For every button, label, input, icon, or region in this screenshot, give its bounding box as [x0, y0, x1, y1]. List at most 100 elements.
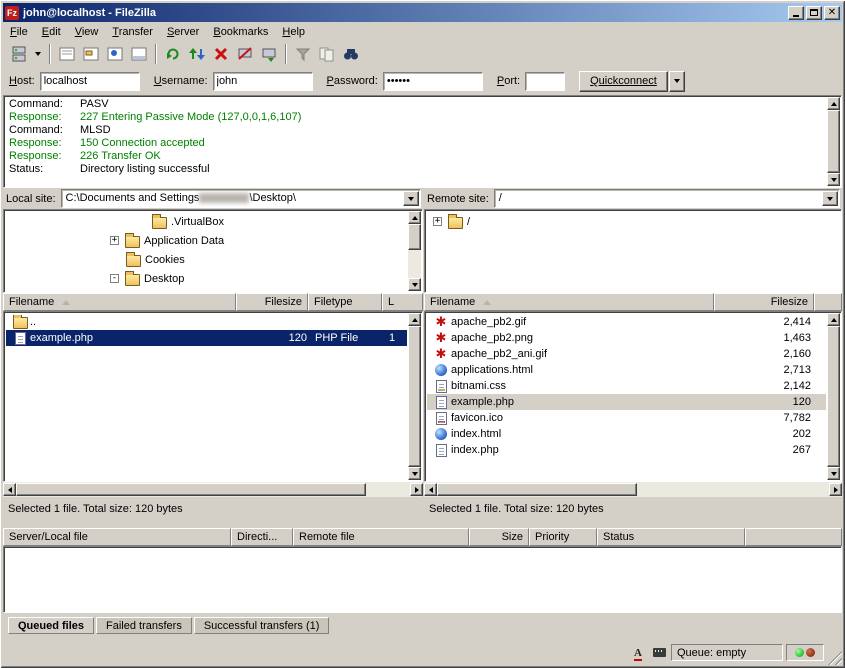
compare-button[interactable] [315, 43, 339, 65]
scroll-right-button[interactable] [410, 483, 423, 496]
scroll-right-button[interactable] [829, 483, 842, 496]
tab-queued-files[interactable]: Queued files [8, 617, 94, 634]
transfer-queue-list[interactable] [3, 546, 842, 613]
log-scrollbar[interactable] [827, 97, 840, 186]
expand-plus-icon[interactable]: + [110, 236, 119, 245]
queue-column-status[interactable]: Status [597, 528, 745, 546]
status-icon-a[interactable] [629, 645, 647, 661]
local-file-row-selected[interactable]: example.php 120 PHP File 1 [6, 330, 407, 346]
remote-file-row[interactable]: favicon.ico 7,782 [427, 410, 826, 426]
local-site-combobox[interactable]: C:\Documents and Settings\Desktop\ [61, 189, 421, 208]
queue-column-size[interactable]: Size [469, 528, 529, 546]
tree-item-cookies[interactable]: Cookies [6, 250, 407, 269]
remote-file-row[interactable]: index.php 267 [427, 442, 826, 458]
local-column-filename[interactable]: Filename [3, 293, 236, 311]
tree-item-root[interactable]: + / [427, 212, 826, 231]
scroll-up-button[interactable] [827, 313, 840, 326]
scrollbar-thumb[interactable] [16, 483, 366, 496]
menu-transfer[interactable]: Transfer [105, 24, 160, 40]
disconnect-button[interactable] [233, 43, 257, 65]
process-queue-button[interactable] [185, 43, 209, 65]
remote-file-row[interactable]: apache_pb2_ani.gif 2,160 [427, 346, 826, 362]
title-bar[interactable]: Fz john@localhost - FileZilla ✕ [3, 3, 842, 22]
remote-file-row[interactable]: applications.html 2,713 [427, 362, 826, 378]
collapse-minus-icon[interactable]: - [110, 274, 119, 283]
toggle-local-tree-button[interactable] [79, 43, 103, 65]
close-button[interactable]: ✕ [824, 6, 840, 20]
local-column-filesize[interactable]: Filesize [236, 293, 308, 311]
scroll-down-button[interactable] [827, 467, 840, 480]
maximize-button[interactable] [806, 6, 822, 20]
cancel-button[interactable] [209, 43, 233, 65]
local-tree-scrollbar[interactable] [408, 211, 421, 291]
queue-column-remote-file[interactable]: Remote file [293, 528, 469, 546]
scroll-up-button[interactable] [408, 313, 421, 326]
scrollbar-thumb[interactable] [437, 483, 637, 496]
remote-list-scrollbar[interactable] [827, 313, 840, 480]
expand-plus-icon[interactable]: + [433, 217, 442, 226]
tab-successful-transfers[interactable]: Successful transfers (1) [194, 617, 330, 634]
remote-horizontal-scrollbar[interactable] [424, 482, 842, 497]
local-file-row[interactable]: .. [6, 314, 407, 330]
username-input[interactable] [213, 72, 313, 91]
scroll-down-button[interactable] [827, 173, 840, 186]
scroll-left-button[interactable] [424, 483, 437, 496]
image-file-icon [433, 315, 449, 329]
menu-bookmarks[interactable]: Bookmarks [206, 24, 275, 40]
queue-column-server-local-file[interactable]: Server/Local file [3, 528, 231, 546]
local-column-filetype[interactable]: Filetype [308, 293, 382, 311]
toggle-remote-tree-button[interactable] [103, 43, 127, 65]
scroll-down-button[interactable] [408, 278, 421, 291]
reconnect-button[interactable] [257, 43, 281, 65]
site-manager-button[interactable] [7, 43, 31, 65]
remote-column-filesize[interactable]: Filesize [714, 293, 814, 311]
password-input[interactable] [383, 72, 483, 91]
local-horizontal-scrollbar[interactable] [3, 482, 423, 497]
filter-button[interactable] [291, 43, 315, 65]
local-list-scrollbar[interactable] [408, 313, 421, 480]
toggle-queue-button[interactable] [127, 43, 151, 65]
menu-file[interactable]: File [3, 24, 35, 40]
port-input[interactable] [525, 72, 565, 91]
tree-item-virtualbox[interactable]: .VirtualBox [6, 212, 407, 231]
scroll-down-button[interactable] [408, 467, 421, 480]
queue-column-priority[interactable]: Priority [529, 528, 597, 546]
tree-item-desktop[interactable]: - Desktop [6, 269, 407, 288]
toggle-message-log-button[interactable] [55, 43, 79, 65]
menu-edit[interactable]: Edit [35, 24, 68, 40]
tree-item-application-data[interactable]: + Application Data [6, 231, 407, 250]
remote-file-row[interactable]: index.html 202 [427, 426, 826, 442]
remote-column-filename[interactable]: Filename [424, 293, 714, 311]
remote-site-dropdown-button[interactable] [822, 191, 838, 206]
scrollbar-thumb[interactable] [408, 326, 421, 467]
local-list-header: Filename Filesize Filetype L [3, 293, 423, 311]
scrollbar-thumb[interactable] [408, 224, 421, 250]
local-column-last-modified[interactable]: L [382, 293, 423, 311]
remote-site-combobox[interactable]: / [494, 189, 840, 208]
scroll-up-button[interactable] [408, 211, 421, 224]
queue-column-direction[interactable]: Directi... [231, 528, 293, 546]
scrollbar-thumb[interactable] [827, 110, 840, 173]
host-input[interactable] [40, 72, 140, 91]
remote-file-row[interactable]: apache_pb2.gif 2,414 [427, 314, 826, 330]
remote-file-row[interactable]: apache_pb2.png 1,463 [427, 330, 826, 346]
menu-help[interactable]: Help [275, 24, 312, 40]
quickconnect-dropdown-button[interactable] [669, 71, 685, 92]
menu-server[interactable]: Server [160, 24, 206, 40]
find-button[interactable] [339, 43, 363, 65]
site-manager-dropdown-button[interactable] [31, 43, 45, 65]
minimize-button[interactable] [788, 6, 804, 20]
refresh-button[interactable] [161, 43, 185, 65]
scroll-left-button[interactable] [3, 483, 16, 496]
tab-failed-transfers[interactable]: Failed transfers [96, 617, 192, 634]
file-size: 2,142 [783, 380, 811, 392]
remote-file-row-selected[interactable]: example.php 120 [427, 394, 826, 410]
local-site-dropdown-button[interactable] [403, 191, 419, 206]
remote-file-row[interactable]: bitnami.css 2,142 [427, 378, 826, 394]
status-icon-port[interactable] [650, 645, 668, 661]
quickconnect-button[interactable]: Quickconnect [579, 71, 668, 92]
scroll-up-button[interactable] [827, 97, 840, 110]
scrollbar-thumb[interactable] [827, 326, 840, 467]
log-line: Command: PASV [6, 98, 826, 111]
menu-view[interactable]: View [68, 24, 106, 40]
